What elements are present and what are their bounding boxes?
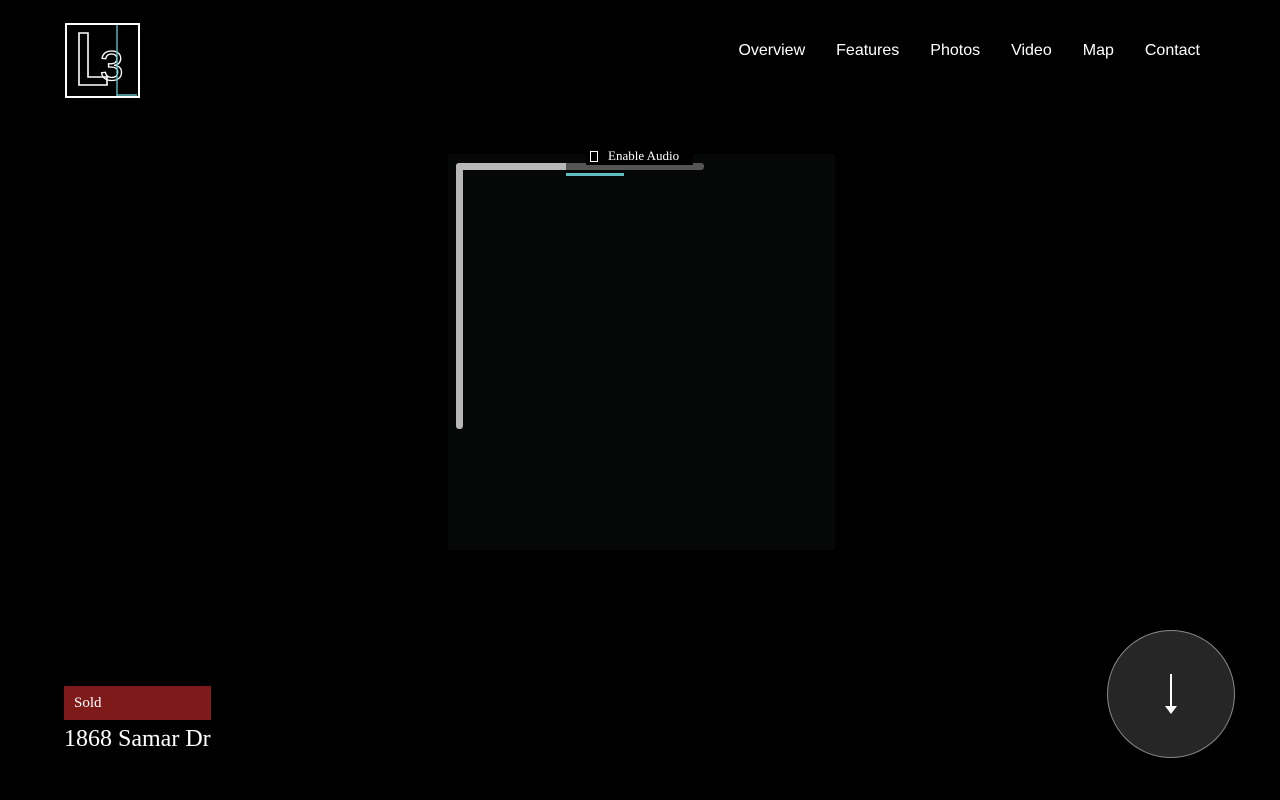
enable-audio-label: Enable Audio [608, 148, 680, 163]
page: 3 Overview Features Photos Video Map Con… [0, 0, 1280, 800]
loading-spinner-icon [456, 163, 566, 170]
audio-indicator-bar [566, 173, 624, 176]
property-address: 1868 Samar Dr [64, 726, 211, 752]
svg-text:3: 3 [100, 42, 123, 89]
scroll-down-button[interactable] [1107, 630, 1235, 758]
nav-item-video[interactable]: Video [1011, 40, 1052, 62]
brand-logo[interactable]: 3 [65, 23, 140, 98]
enable-audio-button[interactable]: Enable Audio [586, 147, 694, 165]
nav-item-map[interactable]: Map [1083, 40, 1114, 62]
logo-mark-icon: 3 [78, 25, 137, 96]
speaker-icon [590, 150, 598, 162]
arrow-down-icon [1165, 674, 1177, 714]
loading-spinner-vertical [456, 163, 463, 429]
status-badge: Sold [64, 686, 211, 720]
video-player[interactable] [448, 154, 835, 550]
nav-item-features[interactable]: Features [836, 40, 899, 62]
nav-item-overview[interactable]: Overview [738, 40, 805, 62]
nav-item-contact[interactable]: Contact [1145, 40, 1200, 62]
main-nav: Overview Features Photos Video Map Conta… [707, 40, 1200, 62]
nav-item-photos[interactable]: Photos [930, 40, 980, 62]
